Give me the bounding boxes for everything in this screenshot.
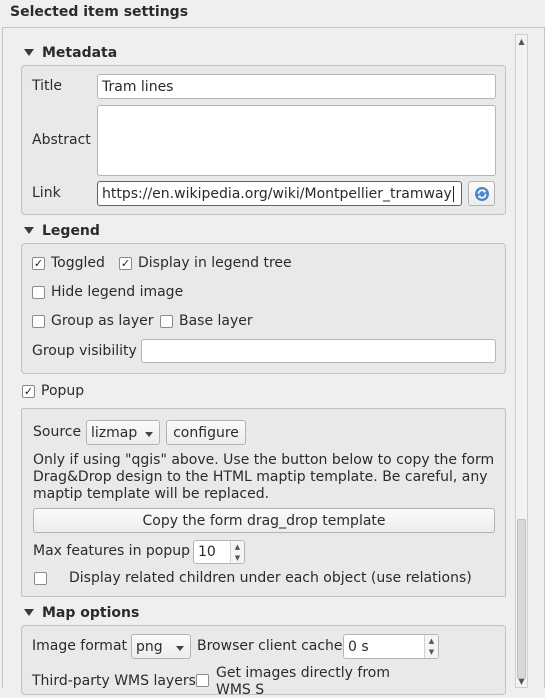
popup-label: Popup — [41, 383, 85, 399]
link-input[interactable]: https://en.wikipedia.org/wiki/Montpellie… — [97, 181, 462, 206]
group-as-layer-label: Group as layer — [51, 313, 154, 329]
panel-title: Selected item settings — [10, 4, 189, 20]
spin-down-icon[interactable]: ▼ — [425, 647, 438, 659]
scrollbar-thumb[interactable] — [517, 519, 526, 679]
group-visibility-label: Group visibility — [32, 343, 137, 359]
direct-images-checkbox[interactable] — [196, 674, 209, 687]
group-as-layer-checkbox[interactable] — [32, 315, 45, 328]
map-options-header: Map options — [42, 605, 140, 621]
related-children-label: Display related children under each obje… — [69, 570, 472, 586]
collapse-arrow-icon — [24, 609, 34, 616]
refresh-link-button[interactable] — [468, 181, 495, 206]
display-legend-tree-checkbox[interactable]: ✓ — [119, 257, 132, 270]
max-features-label: Max features in popup — [33, 543, 190, 559]
base-layer-checkbox[interactable] — [160, 315, 173, 328]
popup-note-line1: Only if using "qgis" above. Use the butt… — [33, 452, 495, 468]
base-layer-label: Base layer — [179, 313, 253, 329]
browser-cache-value: 0 s — [348, 638, 369, 655]
spin-buttons[interactable]: ▲ ▼ — [424, 635, 438, 658]
title-input-value: Tram lines — [102, 78, 174, 95]
direct-images-label: Get images directly from — [216, 665, 390, 681]
toggled-checkbox[interactable]: ✓ — [32, 257, 45, 270]
link-label: Link — [32, 185, 61, 201]
hide-legend-image-label: Hide legend image — [51, 284, 184, 300]
popup-checkbox[interactable]: ✓ — [22, 385, 35, 398]
hide-legend-image-checkbox[interactable] — [32, 286, 45, 299]
scroll-down-arrow-icon[interactable]: ▼ — [516, 675, 527, 687]
abstract-textarea[interactable] — [97, 105, 496, 176]
link-input-value: https://en.wikipedia.org/wiki/Montpellie… — [102, 185, 452, 202]
abstract-label: Abstract — [32, 132, 91, 148]
title-input[interactable]: Tram lines — [97, 74, 496, 99]
toggled-label: Toggled — [51, 255, 105, 271]
map-options-section-toggle[interactable]: Map options — [24, 605, 139, 621]
metadata-section-toggle[interactable]: Metadata — [24, 45, 117, 61]
source-select-value: lizmap — [91, 424, 138, 441]
third-party-wms-label: Third-party WMS layers — [32, 673, 196, 689]
max-features-spinbox[interactable]: 10 ▲ ▼ — [193, 540, 245, 564]
browser-cache-label: Browser client cache — [197, 638, 343, 654]
max-features-value: 10 — [198, 544, 216, 560]
spin-buttons[interactable]: ▲ ▼ — [230, 541, 244, 563]
popup-note-line3: maptip template will be replaced. — [33, 486, 270, 502]
display-legend-tree-label: Display in legend tree — [138, 255, 292, 271]
title-label: Title — [32, 78, 63, 94]
configure-button[interactable]: configure — [166, 420, 246, 445]
direct-images-label-line2: WMS S — [216, 682, 265, 698]
browser-cache-spinbox[interactable]: 0 s ▲ ▼ — [343, 634, 439, 659]
source-select[interactable]: lizmap — [86, 420, 160, 445]
refresh-icon — [474, 186, 489, 201]
vertical-scrollbar[interactable]: ▲ ▼ — [515, 34, 528, 688]
spin-down-icon[interactable]: ▼ — [231, 552, 244, 563]
spin-up-icon[interactable]: ▲ — [425, 635, 438, 647]
image-format-select[interactable]: png — [131, 634, 191, 659]
chevron-down-icon — [145, 432, 153, 437]
source-label: Source — [33, 424, 82, 440]
legend-header: Legend — [42, 223, 100, 239]
scroll-up-arrow-icon[interactable]: ▲ — [516, 35, 527, 47]
collapse-arrow-icon — [24, 227, 34, 234]
text-cursor — [452, 185, 454, 202]
copy-drag-drop-template-button[interactable]: Copy the form drag_drop template — [33, 508, 495, 533]
image-format-label: Image format — [32, 638, 128, 654]
legend-section-toggle[interactable]: Legend — [24, 223, 100, 239]
collapse-arrow-icon — [24, 49, 34, 56]
spin-up-icon[interactable]: ▲ — [231, 541, 244, 552]
related-children-checkbox[interactable] — [34, 572, 47, 585]
image-format-value: png — [136, 638, 163, 655]
popup-note-line2: Drag&Drop design to the HTML maptip temp… — [33, 469, 488, 485]
group-visibility-input[interactable] — [141, 339, 496, 363]
chevron-down-icon — [176, 646, 184, 651]
metadata-header: Metadata — [42, 45, 118, 61]
